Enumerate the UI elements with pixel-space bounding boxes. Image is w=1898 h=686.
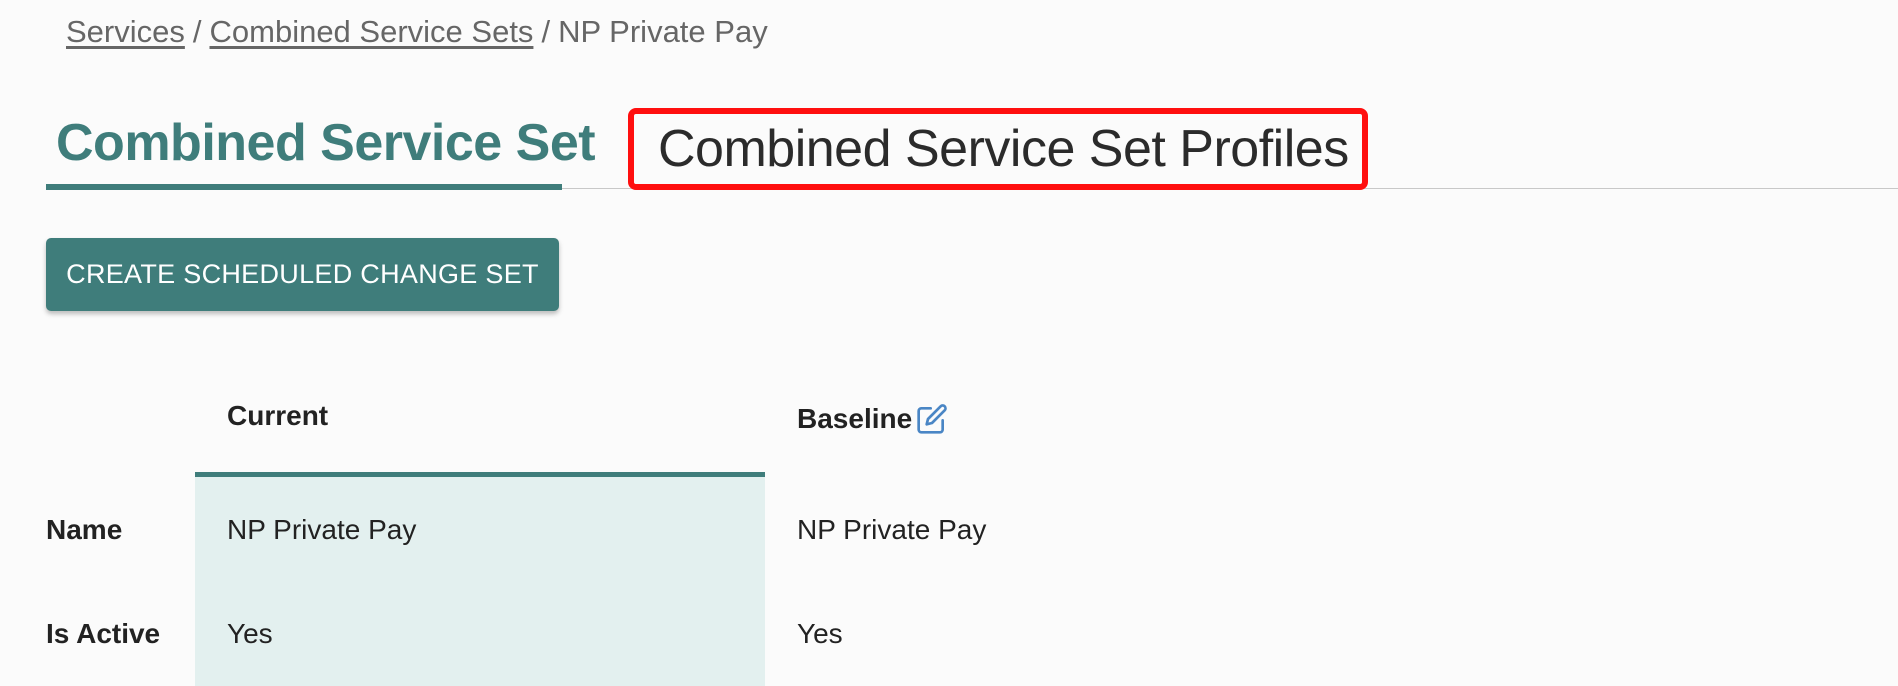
create-scheduled-change-set-button[interactable]: CREATE SCHEDULED CHANGE SET	[46, 238, 559, 311]
edit-icon[interactable]	[916, 403, 948, 435]
breadcrumb-link-combined-service-sets[interactable]: Combined Service Sets	[210, 14, 534, 49]
breadcrumb-current: NP Private Pay	[558, 14, 768, 49]
breadcrumb: Services / Combined Service Sets / NP Privat…	[66, 14, 768, 50]
tab-combined-service-set-profiles[interactable]: Combined Service Set Profiles	[628, 108, 1368, 190]
column-header-baseline: Baseline	[797, 403, 913, 434]
current-value-name: NP Private Pay	[227, 514, 417, 545]
row-label-name: Name	[46, 514, 123, 545]
breadcrumb-separator: /	[541, 14, 551, 49]
tab-combined-service-set[interactable]: Combined Service Set	[46, 108, 596, 190]
column-header-current: Current	[227, 400, 329, 431]
baseline-value-name: NP Private Pay	[797, 514, 987, 545]
current-column-highlight	[195, 472, 765, 686]
row-label-is-active: Is Active	[46, 618, 161, 649]
breadcrumb-link-services[interactable]: Services	[66, 14, 185, 49]
current-value-is-active: Yes	[227, 618, 273, 649]
baseline-value-is-active: Yes	[797, 618, 843, 649]
breadcrumb-separator: /	[192, 14, 202, 49]
